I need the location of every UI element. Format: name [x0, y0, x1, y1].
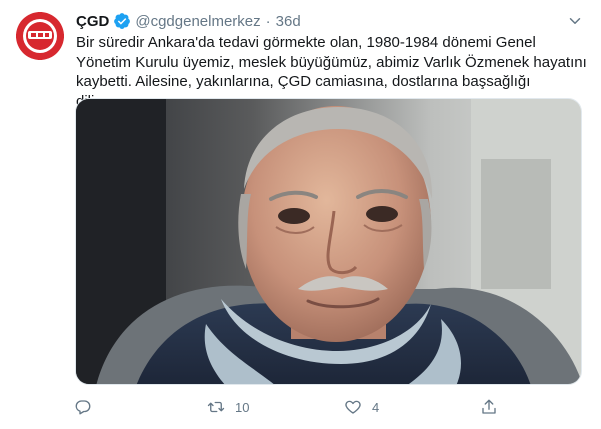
- retweet-icon: [207, 401, 225, 413]
- reply-icon: [75, 400, 91, 415]
- tweet-header: ÇGD @cgdgenelmerkez · 36d: [76, 11, 301, 31]
- like-button[interactable]: 4: [344, 396, 379, 418]
- retweet-button[interactable]: 10: [207, 396, 249, 418]
- share-icon: [482, 399, 496, 414]
- share-button[interactable]: [480, 396, 508, 418]
- account-handle[interactable]: @cgdgenelmerkez: [135, 13, 260, 30]
- separator-dot: ·: [265, 12, 271, 30]
- account-name[interactable]: ÇGD: [76, 13, 109, 30]
- tweet-card[interactable]: ÇGD @cgdgenelmerkez · 36d Bir süredir An…: [0, 0, 601, 429]
- retweet-count: 10: [235, 399, 250, 415]
- reply-button[interactable]: [74, 396, 102, 418]
- tweet-timestamp[interactable]: 36d: [276, 13, 301, 30]
- chevron-down-icon[interactable]: [566, 12, 584, 30]
- cgd-logo-icon[interactable]: [15, 11, 65, 61]
- heart-icon: [345, 400, 361, 414]
- tweet-actions: 10 4: [74, 396, 514, 418]
- like-count: 4: [372, 399, 380, 415]
- verified-badge-icon: [113, 12, 131, 30]
- tweet-photo[interactable]: [75, 98, 582, 385]
